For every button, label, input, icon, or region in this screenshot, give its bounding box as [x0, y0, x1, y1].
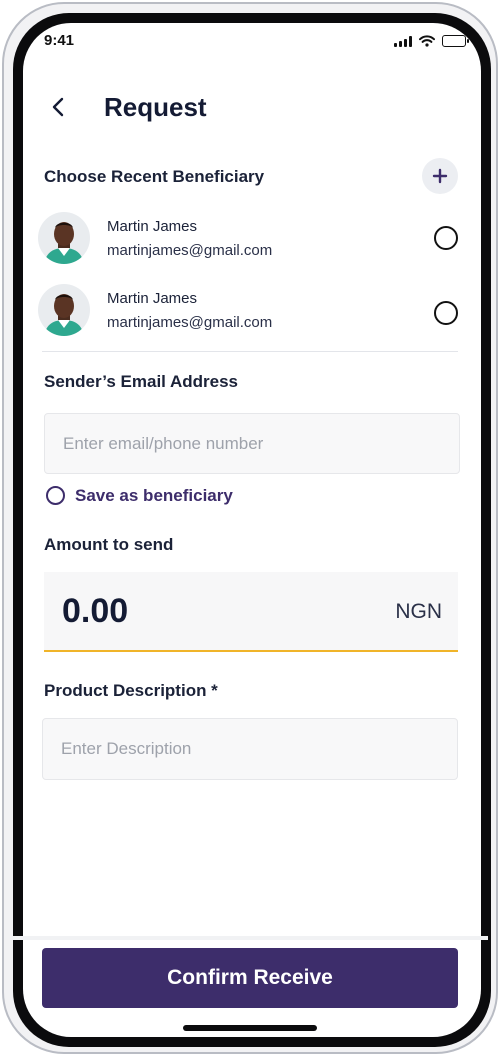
- divider: [42, 351, 458, 352]
- beneficiary-section-label: Choose Recent Beneficiary: [44, 167, 265, 186]
- amount-value: 0.00: [62, 592, 129, 630]
- amount-label: Amount to send: [44, 535, 174, 554]
- currency-label: NGN: [395, 600, 442, 623]
- home-indicator: [183, 1025, 317, 1031]
- wifi-icon: [419, 35, 435, 47]
- beneficiary-item[interactable]: Martin James martinjames@gmail.com: [38, 282, 458, 338]
- save-beneficiary-radio[interactable]: [46, 486, 65, 505]
- sender-email-input[interactable]: Enter email/phone number: [44, 413, 460, 474]
- status-icons: [394, 35, 469, 47]
- bottom-separator: [12, 936, 488, 940]
- beneficiary-radio[interactable]: [434, 301, 458, 325]
- amount-input[interactable]: 0.00 NGN: [44, 572, 458, 652]
- sender-email-label: Sender’s Email Address: [44, 372, 239, 391]
- avatar: [38, 212, 90, 264]
- battery-icon: [442, 35, 469, 47]
- plus-icon: [432, 168, 448, 184]
- beneficiary-email: martinjames@gmail.com: [107, 242, 273, 259]
- description-label: Product Description *: [44, 681, 218, 700]
- beneficiary-name: Martin James: [107, 290, 198, 307]
- chevron-left-icon: [52, 97, 64, 117]
- status-time: 9:41: [44, 32, 75, 49]
- cellular-signal-icon: [394, 35, 412, 47]
- back-button[interactable]: [44, 93, 72, 121]
- beneficiary-name: Martin James: [107, 218, 198, 235]
- beneficiary-item[interactable]: Martin James martinjames@gmail.com: [38, 210, 458, 266]
- phone-frame: [2, 2, 498, 1054]
- save-beneficiary-label[interactable]: Save as beneficiary: [75, 486, 233, 506]
- confirm-receive-button[interactable]: Confirm Receive: [42, 948, 458, 1008]
- add-beneficiary-button[interactable]: [422, 158, 458, 194]
- page-title: Request: [104, 92, 207, 122]
- description-input[interactable]: Enter Description: [42, 718, 458, 780]
- beneficiary-email: martinjames@gmail.com: [107, 314, 273, 331]
- beneficiary-radio[interactable]: [434, 226, 458, 250]
- avatar: [38, 284, 90, 336]
